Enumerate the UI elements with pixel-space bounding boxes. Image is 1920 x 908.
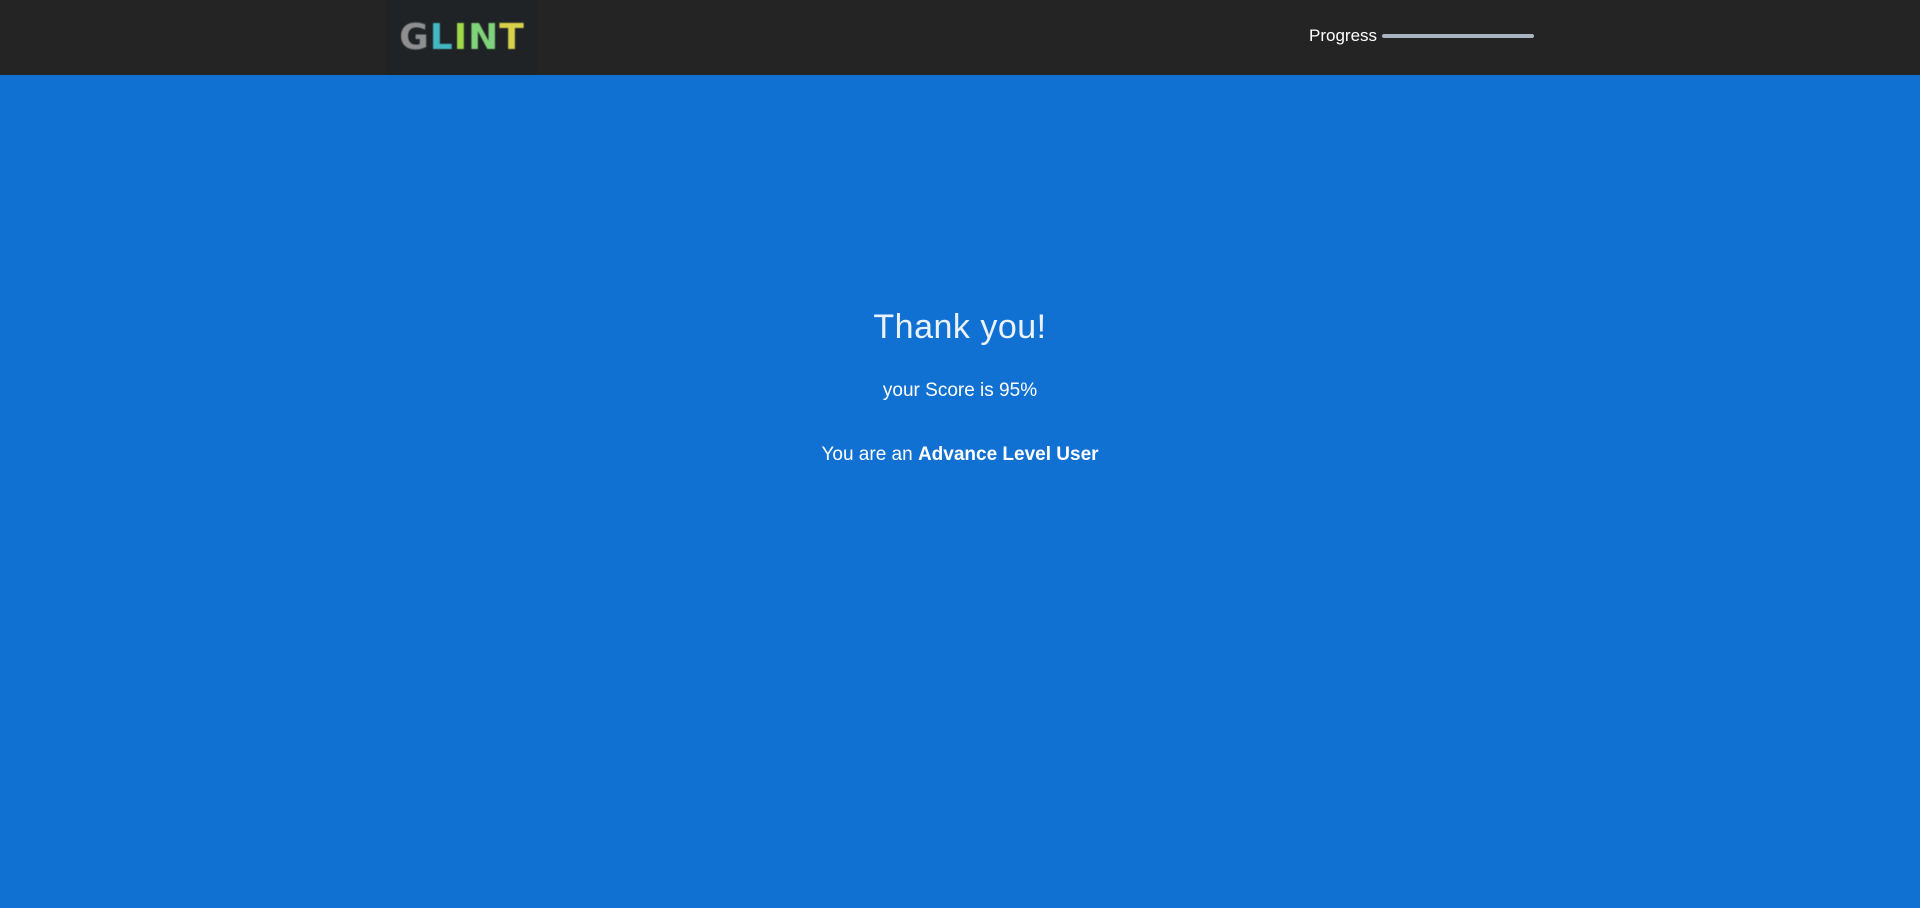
logo-letter: I: [453, 17, 469, 58]
glint-logo[interactable]: G L I N T: [387, 0, 537, 75]
level-prefix: You are an: [821, 444, 918, 465]
logo-letter: L: [429, 17, 454, 58]
result-panel: Thank you! your Score is 95% You are an …: [0, 75, 1920, 908]
logo-letter: T: [499, 17, 525, 58]
top-navigation-bar: G L I N T Progress: [0, 0, 1920, 75]
user-level-text: You are an Advance Level User: [0, 444, 1920, 466]
progress-bar-fill: [1382, 34, 1535, 38]
progress-bar: [1382, 34, 1535, 38]
thank-you-heading: Thank you!: [873, 308, 1047, 346]
level-name: Advance Level User: [917, 444, 1099, 465]
logo-wordmark: G L I N T: [399, 17, 525, 58]
progress-indicator: Progress: [1309, 25, 1535, 47]
logo-letter: G: [399, 17, 430, 58]
score-text: your Score is 95%: [882, 380, 1038, 401]
logo-letter: N: [468, 17, 500, 58]
progress-label: Progress: [1309, 26, 1378, 45]
